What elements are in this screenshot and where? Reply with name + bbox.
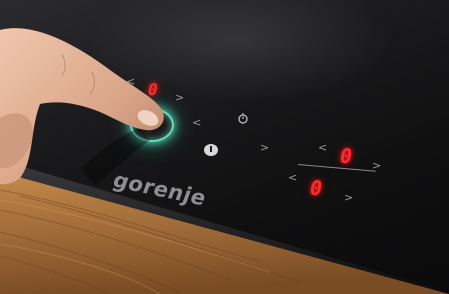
center-increase[interactable]: > [260, 142, 269, 153]
timer-icon[interactable] [237, 112, 249, 124]
power-icon[interactable] [204, 144, 218, 156]
right-top-decrease[interactable]: < [318, 142, 327, 153]
left-zone-increase[interactable]: > [175, 92, 184, 103]
touch-glow-icon [130, 108, 174, 142]
glass-cooktop [0, 0, 449, 294]
right-top-increase[interactable]: > [372, 160, 381, 171]
photo-scene: < 0 > < > < 0 > < 0 > gorenje [0, 0, 449, 294]
right-bottom-increase[interactable]: > [344, 192, 353, 203]
right-bottom-decrease[interactable]: < [288, 172, 297, 183]
left-zone-decrease[interactable]: < [126, 76, 135, 87]
center-decrease[interactable]: < [192, 117, 201, 128]
